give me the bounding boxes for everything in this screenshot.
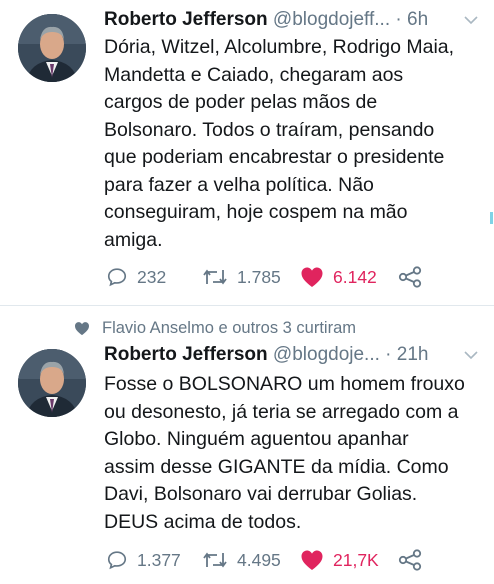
retweet-count: 4.495 <box>237 549 281 570</box>
like-button[interactable]: 21,7K <box>300 546 379 574</box>
timestamp[interactable]: 6h <box>407 9 428 30</box>
separator: · <box>395 9 402 30</box>
heart-icon <box>301 550 323 570</box>
heart-icon <box>301 267 323 287</box>
chevron-down-icon[interactable] <box>462 346 480 364</box>
share-icon <box>398 266 422 288</box>
author-name[interactable]: Roberto Jefferson <box>104 344 268 365</box>
scroll-indicator <box>490 212 493 224</box>
timestamp[interactable]: 21h <box>397 344 429 365</box>
author-name[interactable]: Roberto Jefferson <box>104 9 268 30</box>
social-context-text: Flavio Anselmo e outros 3 curtiram <box>102 319 357 337</box>
like-count: 6.142 <box>333 266 377 287</box>
tweet[interactable]: Flavio Anselmo e outros 3 curtiram Rober… <box>0 307 494 584</box>
avatar[interactable] <box>18 14 86 82</box>
like-button[interactable]: 6.142 <box>300 263 377 291</box>
retweet-button[interactable]: 1.785 <box>202 263 281 291</box>
tweet-text: Fosse o BOLSONARO um homem frouxo ou des… <box>104 373 465 533</box>
tweet-header: Roberto Jefferson @blogdojeff... · 6h <box>104 9 484 33</box>
tweet-divider <box>0 305 494 306</box>
share-icon <box>398 549 422 571</box>
reply-count: 1.377 <box>137 549 181 570</box>
share-button[interactable] <box>398 546 422 574</box>
retweet-icon <box>203 552 227 568</box>
tweet-header: Roberto Jefferson @blogdoje... · 21h <box>104 344 484 368</box>
retweet-button[interactable]: 4.495 <box>202 546 281 574</box>
chevron-down-icon[interactable] <box>462 11 480 29</box>
separator: · <box>385 344 392 365</box>
reply-icon <box>107 551 127 570</box>
reply-icon <box>107 268 127 287</box>
author-handle[interactable]: @blogdojeff... <box>273 9 390 30</box>
tweet[interactable]: Roberto Jefferson @blogdojeff... · 6h Dó… <box>0 0 494 306</box>
retweet-count: 1.785 <box>237 266 281 287</box>
like-count: 21,7K <box>333 549 379 570</box>
reply-count: 232 <box>137 266 167 287</box>
tweet-text: Dória, Witzel, Alcolumbre, Rodrigo Maia,… <box>104 36 455 251</box>
reply-button[interactable]: 232 <box>106 263 166 291</box>
reply-button[interactable]: 1.377 <box>106 546 181 574</box>
author-handle[interactable]: @blogdoje... <box>273 344 380 365</box>
share-button[interactable] <box>398 263 422 291</box>
social-context[interactable]: Flavio Anselmo e outros 3 curtiram <box>74 319 356 338</box>
avatar[interactable] <box>18 349 86 417</box>
retweet-icon <box>203 269 227 285</box>
heart-small-icon <box>75 322 89 336</box>
